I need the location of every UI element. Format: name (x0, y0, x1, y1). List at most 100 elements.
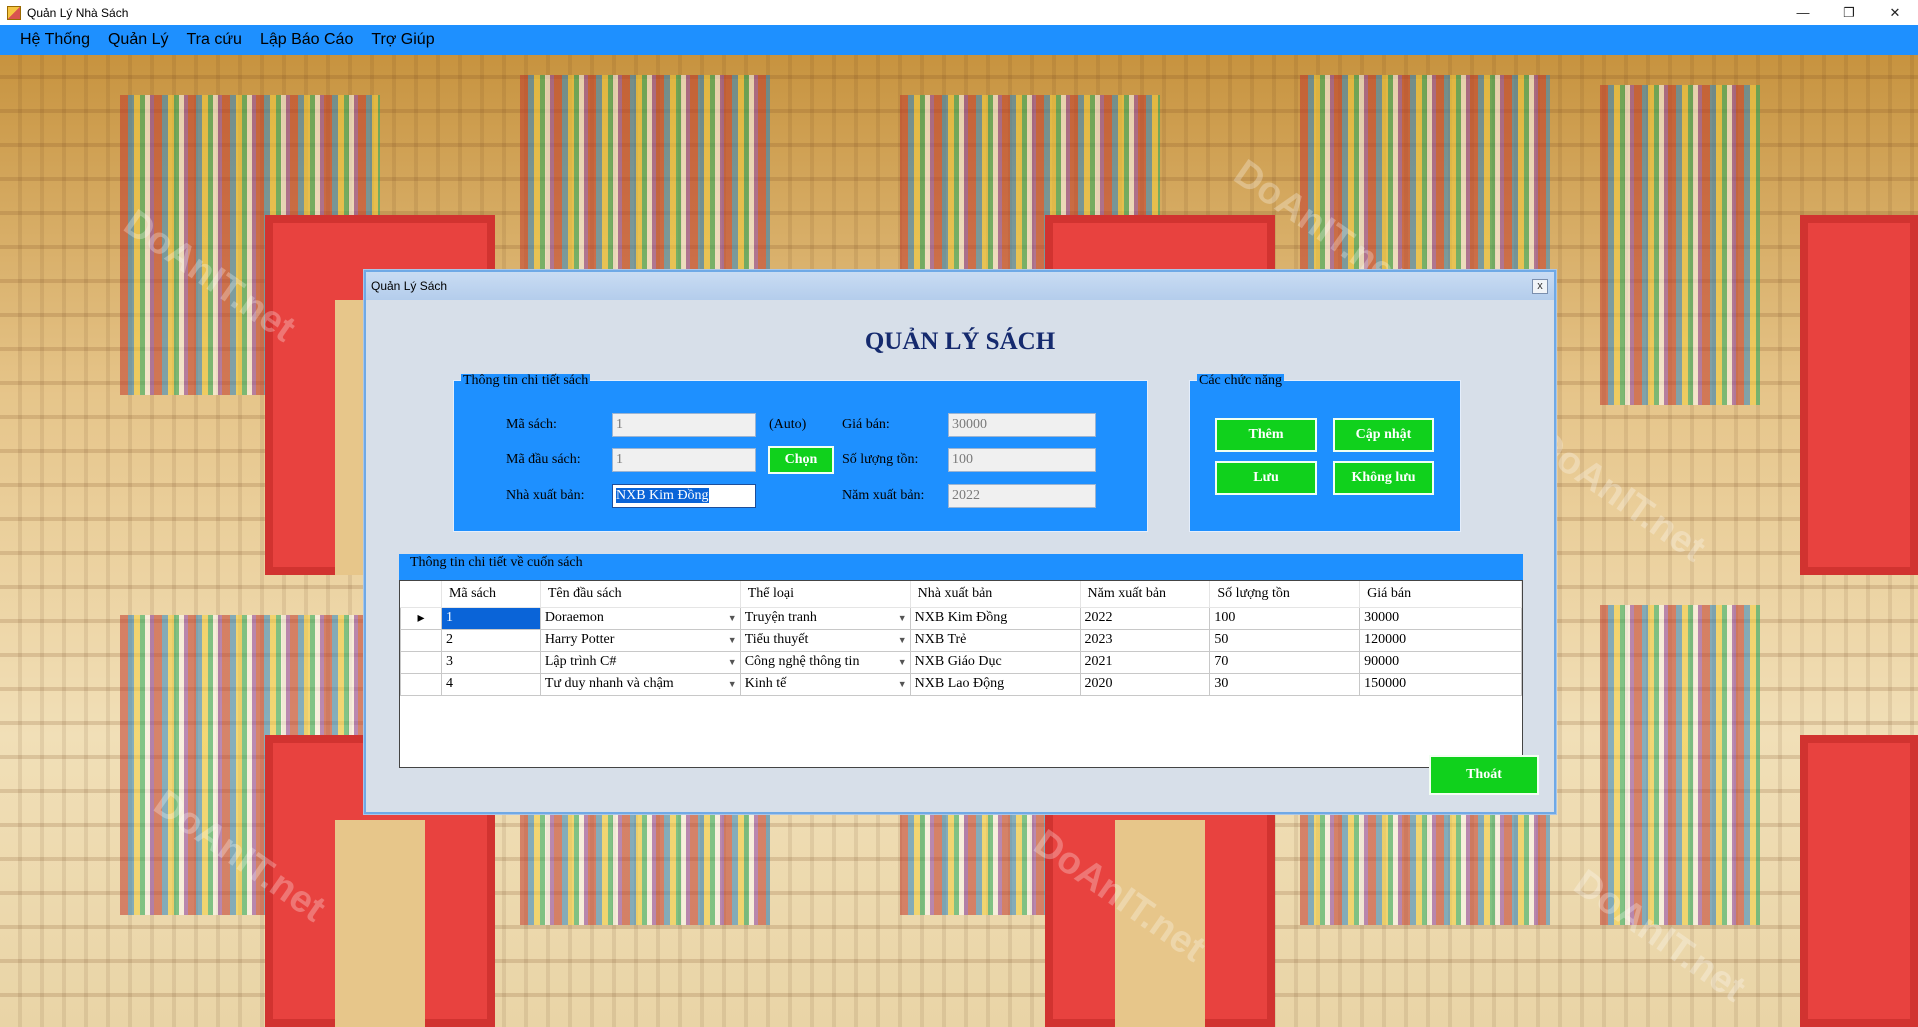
minimize-icon[interactable]: — (1780, 0, 1826, 25)
cell-text: Doraemon (544, 610, 604, 625)
cell-text: Công nghệ thông tin (744, 654, 860, 669)
chevron-down-icon[interactable]: ▼ (728, 679, 737, 689)
thoat-button[interactable]: Thoát (1429, 755, 1539, 795)
col-header-so-luong-ton[interactable]: Số lượng tồn (1209, 581, 1361, 608)
table-cell[interactable]: 2020 (1079, 672, 1211, 696)
table-cell[interactable]: 4 (440, 672, 541, 696)
book-details-legend: Thông tin chi tiết sách (461, 373, 591, 388)
dialog-close-icon[interactable]: x (1532, 279, 1548, 294)
row-header[interactable] (400, 650, 442, 674)
menu-lap-bao-cao[interactable]: Lập Báo Cáo (251, 25, 362, 55)
functions-legend: Các chức năng (1197, 373, 1284, 388)
khong-luu-button[interactable]: Không lưu (1333, 461, 1434, 495)
table-cell[interactable]: 2 (440, 628, 541, 652)
book-details-group: Thông tin chi tiết sách Mã sách: 1 (Auto… (453, 374, 1148, 532)
table-cell-combo[interactable]: Kinh tế ▼ (739, 672, 911, 696)
cell-text: Tiểu thuyết (744, 632, 809, 647)
col-header-the-loai[interactable]: Thể loại (740, 581, 911, 608)
so-luong-ton-field[interactable]: 100 (948, 448, 1096, 472)
table-cell-combo[interactable]: Doraemon ▼ (539, 606, 741, 630)
cell-text: Kinh tế (744, 676, 787, 691)
menu-quan-ly[interactable]: Quản Lý (99, 25, 177, 55)
cell-text: Tư duy nhanh và chậm (544, 676, 674, 691)
luu-button[interactable]: Lưu (1215, 461, 1317, 495)
table-header-row: Mã sách Tên đầu sách Thể loại Nhà xuất b… (400, 581, 1522, 608)
bookstore-background-tile (1560, 575, 1918, 1027)
table-cell[interactable]: NXB Trẻ (909, 628, 1081, 652)
app-titlebar: Quản Lý Nhà Sách — ❐ ✕ (0, 0, 1918, 25)
chon-button[interactable]: Chọn (768, 446, 834, 474)
menu-bar: Hệ Thống Quản Lý Tra cứu Lập Báo Cáo Trợ… (0, 25, 1918, 55)
table-cell[interactable]: 120000 (1359, 628, 1522, 652)
table-cell[interactable]: 1 (440, 606, 541, 630)
nam-xuat-ban-field[interactable]: 2022 (948, 484, 1096, 508)
table-row[interactable]: ▸ 1 Doraemon ▼ Truyện tranh ▼ NXB Kim Đồng… (400, 606, 1522, 630)
table-cell[interactable]: 2021 (1079, 650, 1211, 674)
maximize-icon[interactable]: ❐ (1826, 0, 1872, 25)
them-button[interactable]: Thêm (1215, 418, 1317, 452)
chevron-down-icon[interactable]: ▼ (728, 657, 737, 667)
page-title: QUẢN LÝ SÁCH (864, 328, 1056, 355)
table-cell[interactable]: NXB Lao Động (909, 672, 1081, 696)
table-cell-combo[interactable]: Lập trình C# ▼ (539, 650, 741, 674)
cell-text: Lập trình C# (544, 654, 617, 669)
table-cell[interactable]: 3 (440, 650, 541, 674)
chevron-down-icon[interactable]: ▼ (898, 657, 907, 667)
auto-label: (Auto) (769, 417, 807, 432)
table-row[interactable]: 2 Harry Potter ▼ Tiểu thuyết ▼ NXB Trẻ 202… (400, 628, 1522, 652)
cell-text: Harry Potter (544, 632, 615, 647)
table-cell-combo[interactable]: Harry Potter ▼ (539, 628, 741, 652)
nha-xuat-ban-field[interactable]: NXB Kim Đồng (612, 484, 756, 508)
table-cell[interactable]: 100 (1209, 606, 1361, 630)
table-cell-combo[interactable]: Truyện tranh ▼ (739, 606, 911, 630)
col-header-nam-xuat-ban[interactable]: Năm xuất bản (1080, 581, 1211, 608)
table-cell-combo[interactable]: Công nghệ thông tin ▼ (739, 650, 911, 674)
menu-tra-cuu[interactable]: Tra cứu (177, 25, 250, 55)
current-row-marker-icon: ▸ (400, 606, 442, 630)
col-header-ma-sach[interactable]: Mã sách (441, 581, 541, 608)
table-cell-combo[interactable]: Tư duy nhanh và chậm ▼ (539, 672, 741, 696)
table-cell[interactable]: NXB Giáo Dục (909, 650, 1081, 674)
ma-dau-sach-field[interactable]: 1 (612, 448, 756, 472)
dialog-titlebar: Quản Lý Sách x (366, 272, 1554, 300)
ma-sach-label: Mã sách: (506, 417, 557, 432)
table-row[interactable]: 4 Tư duy nhanh và chậm ▼ Kinh tế ▼ NXB Lao… (400, 672, 1522, 696)
chevron-down-icon[interactable]: ▼ (728, 635, 737, 645)
col-header-nha-xuat-ban[interactable]: Nhà xuất bản (910, 581, 1081, 608)
table-cell[interactable]: 50 (1209, 628, 1361, 652)
table-cell[interactable]: NXB Kim Đồng (909, 606, 1081, 630)
window-controls: — ❐ ✕ (1780, 0, 1918, 25)
gia-ban-field[interactable]: 30000 (948, 413, 1096, 437)
ma-sach-field[interactable]: 1 (612, 413, 756, 437)
book-list-group: Thông tin chi tiết về cuốn sách (399, 554, 1523, 580)
table-cell[interactable]: 30000 (1359, 606, 1522, 630)
table-cell[interactable]: 90000 (1359, 650, 1522, 674)
table-cell-combo[interactable]: Tiểu thuyết ▼ (739, 628, 911, 652)
table-cell[interactable]: 150000 (1359, 672, 1522, 696)
app-icon (7, 5, 21, 20)
table-cell[interactable]: 2022 (1079, 606, 1211, 630)
book-data-grid[interactable]: Mã sách Tên đầu sách Thể loại Nhà xuất b… (399, 580, 1523, 768)
table-cell[interactable]: 70 (1209, 650, 1361, 674)
table-cell[interactable]: 2023 (1079, 628, 1211, 652)
so-luong-ton-label: Số lượng tồn: (842, 452, 919, 467)
col-header-gia-ban[interactable]: Giá bán (1359, 581, 1522, 608)
chevron-down-icon[interactable]: ▼ (898, 635, 907, 645)
table-cell[interactable]: 30 (1209, 672, 1361, 696)
chevron-down-icon[interactable]: ▼ (728, 613, 737, 623)
chevron-down-icon[interactable]: ▼ (898, 613, 907, 623)
row-header[interactable] (400, 628, 442, 652)
menu-tro-giup[interactable]: Trợ Giúp (362, 25, 443, 55)
bookstore-background-tile (1560, 55, 1918, 575)
cap-nhat-button[interactable]: Cập nhật (1333, 418, 1434, 452)
gia-ban-label: Giá bán: (842, 417, 890, 432)
table-row[interactable]: 3 Lập trình C# ▼ Công nghệ thông tin ▼ NXB… (400, 650, 1522, 674)
nha-xuat-ban-value: NXB Kim Đồng (616, 488, 709, 503)
book-management-dialog: Quản Lý Sách x QUẢN LÝ SÁCH Thông tin ch… (364, 270, 1556, 814)
close-icon[interactable]: ✕ (1872, 0, 1918, 25)
nam-xuat-ban-label: Năm xuất bản: (842, 488, 925, 503)
row-header[interactable] (400, 672, 442, 696)
menu-he-thong[interactable]: Hệ Thống (11, 25, 99, 55)
col-header-ten-dau-sach[interactable]: Tên đầu sách (540, 581, 741, 608)
chevron-down-icon[interactable]: ▼ (898, 679, 907, 689)
